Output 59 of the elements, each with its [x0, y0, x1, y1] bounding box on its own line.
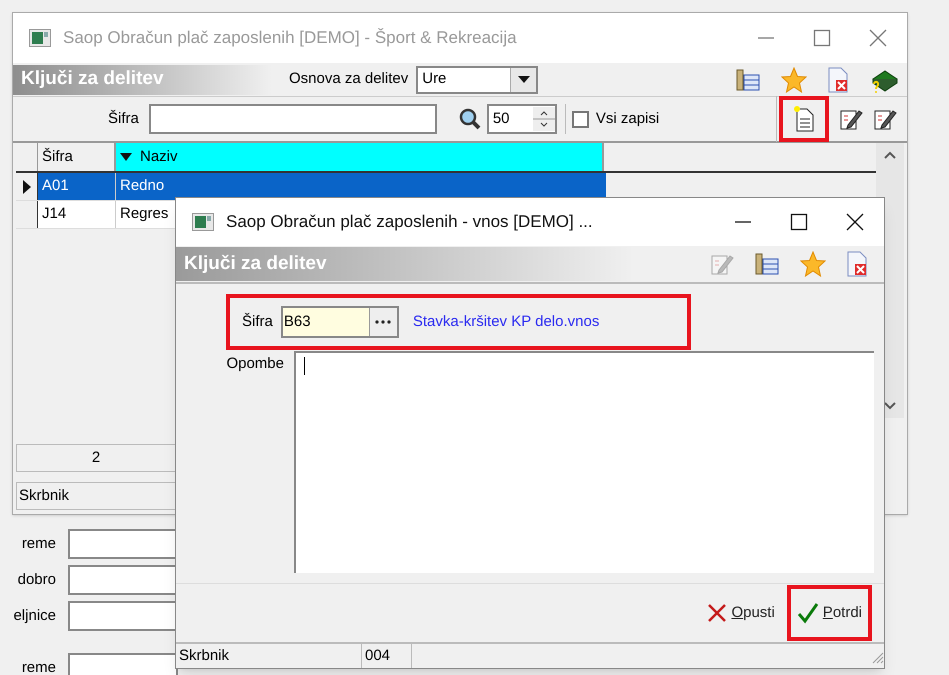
input-field[interactable]	[68, 601, 178, 631]
table-row[interactable]: A01 Redno	[16, 173, 606, 201]
field-label: eljnice	[12, 606, 56, 626]
new-document-icon[interactable]	[793, 106, 815, 132]
star-icon[interactable]	[800, 251, 826, 277]
header-title: Ključi za delitev	[184, 252, 327, 276]
checkbox[interactable]	[572, 110, 589, 128]
status-text: Skrbnik	[176, 644, 362, 668]
input-field[interactable]	[68, 529, 178, 559]
cross-icon	[707, 603, 728, 623]
app-icon	[192, 213, 214, 231]
field-label: reme	[20, 534, 56, 554]
columns-icon[interactable]	[754, 252, 780, 276]
confirm-button[interactable]: Potrdi	[796, 602, 862, 624]
table-cell-text: Regres	[120, 204, 168, 224]
columns-icon[interactable]	[735, 68, 761, 92]
checkmark-icon	[796, 602, 819, 624]
scroll-down-icon[interactable]	[884, 402, 896, 410]
sort-arrow-icon	[120, 153, 132, 161]
close-icon[interactable]	[846, 213, 864, 231]
table-cell: J14	[38, 201, 116, 228]
status-text: Skrbnik	[19, 486, 70, 506]
input-field[interactable]	[68, 653, 178, 675]
delete-document-icon[interactable]	[827, 66, 849, 92]
delete-document-icon[interactable]	[846, 251, 868, 277]
cancel-button[interactable]: Opusti	[707, 602, 775, 624]
spinner-arrows-icon	[532, 107, 555, 131]
search-icon[interactable]	[458, 108, 481, 130]
column-label: Šifra	[42, 146, 73, 167]
app-icon	[29, 29, 51, 47]
window-title: Saop Obračun plač zaposlenih - vnos [DEMO] ...	[226, 211, 593, 234]
row-pointer-icon	[22, 180, 30, 194]
table-cell-text: Redno	[120, 176, 164, 196]
status-text: 004	[362, 644, 412, 668]
checkbox-label: Vsi zapisi	[596, 108, 660, 129]
basis-label: Osnova za delitev	[289, 69, 408, 90]
maximize-icon[interactable]	[790, 213, 808, 231]
code-field[interactable]: B63	[280, 306, 399, 338]
column-header[interactable]: Naziv	[116, 143, 604, 171]
field-label: dobro	[16, 570, 56, 590]
search-label: Šifra	[108, 108, 139, 129]
table-cell: A01	[38, 173, 116, 200]
header-title: Ključi za delitev	[21, 67, 164, 92]
record-count: 2	[92, 448, 100, 468]
notes-field[interactable]	[294, 351, 874, 573]
code-label: Šifra	[242, 312, 273, 332]
column-label: Naziv	[140, 146, 178, 167]
more-icon[interactable]	[375, 320, 392, 324]
notes-label: Opombe	[225, 354, 284, 374]
code-description: Stavka-kršitev KP delo.vnos	[412, 312, 600, 332]
basis-dropdown[interactable]: Ure	[416, 66, 538, 94]
search-field[interactable]	[148, 104, 437, 134]
page-size-spinner[interactable]: 50	[486, 104, 557, 134]
scroll-up-icon[interactable]	[884, 151, 896, 159]
window-title: Saop Obračun plač zaposlenih [DEMO] - Šport & Rekreacija	[63, 27, 517, 50]
field-label: reme	[20, 658, 56, 675]
star-icon[interactable]	[781, 66, 807, 92]
input-field[interactable]	[68, 565, 178, 595]
dropdown-arrow-icon	[518, 76, 530, 83]
